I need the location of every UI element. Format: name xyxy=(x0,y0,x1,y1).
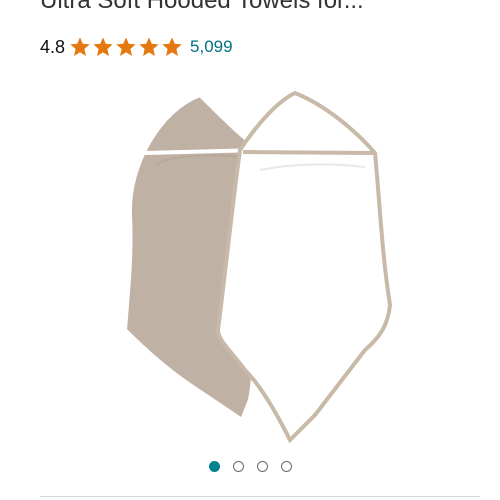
star-icon xyxy=(93,37,113,56)
product-title[interactable]: Ultra Soft Hooded Towels for... xyxy=(40,0,480,16)
review-count-link[interactable]: 5,099 xyxy=(190,37,233,57)
rating-value: 4.8 xyxy=(40,36,66,57)
star-icon xyxy=(116,37,136,56)
star-icon xyxy=(139,37,159,56)
carousel-dot[interactable] xyxy=(256,461,268,472)
carousel-dot[interactable] xyxy=(280,461,292,472)
star-icon xyxy=(162,37,182,56)
section-divider xyxy=(40,496,480,497)
carousel-dot[interactable] xyxy=(232,461,244,472)
carousel-dot[interactable] xyxy=(208,461,220,472)
carousel-indicator[interactable] xyxy=(0,461,500,472)
product-image[interactable] xyxy=(60,75,440,445)
rating-row[interactable]: 4.8 5,099 xyxy=(40,33,233,61)
star-icon xyxy=(70,37,90,56)
hooded-towels-image xyxy=(122,90,393,444)
star-rating[interactable] xyxy=(69,36,184,58)
